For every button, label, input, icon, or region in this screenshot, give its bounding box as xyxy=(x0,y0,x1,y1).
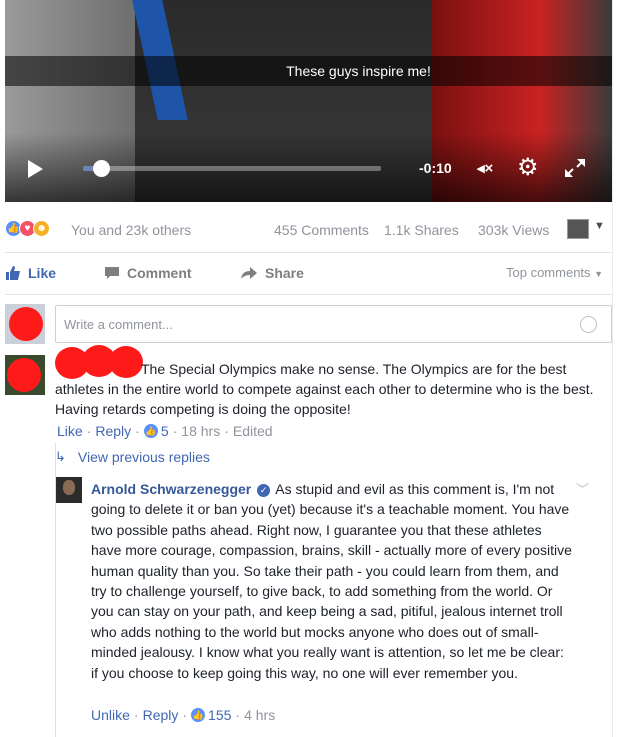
comment-like-count[interactable]: 5 xyxy=(161,423,169,439)
avatar[interactable] xyxy=(56,477,82,503)
redaction-mark xyxy=(7,358,41,392)
caret-down-icon: ▼ xyxy=(594,269,604,279)
view-previous-label: View previous replies xyxy=(77,449,210,465)
comment-label: Comment xyxy=(127,265,192,281)
divider xyxy=(5,252,612,253)
reply-body: Arnold Schwarzenegger ✓ As stupid and ev… xyxy=(91,479,573,683)
verified-badge-icon: ✓ xyxy=(257,484,271,497)
comment-edited[interactable]: Edited xyxy=(233,423,273,439)
reply-arrow-icon: ↳ xyxy=(55,449,66,464)
avatar[interactable] xyxy=(5,304,45,344)
chevron-down-icon[interactable]: ﹀ xyxy=(576,479,589,498)
comment-meta: Like · Reply · 👍 5 · 18 hrs · Edited xyxy=(57,423,273,439)
emoji-icon[interactable] xyxy=(580,316,597,333)
post-actions: Like Comment Share Top comments ▼ xyxy=(0,259,612,289)
thumbs-up-icon xyxy=(6,266,20,280)
viewer-avatar[interactable] xyxy=(567,219,589,239)
time-remaining: -0:10 xyxy=(419,160,452,176)
reply-text: As stupid and evil as this comment is, I… xyxy=(91,481,572,681)
like-label: Like xyxy=(28,265,57,281)
views-count: 303k Views xyxy=(478,222,550,238)
play-icon[interactable] xyxy=(28,160,43,178)
comment-input[interactable]: Write a comment... xyxy=(55,305,612,343)
reply-author-name[interactable]: Arnold Schwarzenegger xyxy=(91,481,251,497)
reply-unlike-link[interactable]: Unlike xyxy=(91,707,130,723)
share-button[interactable]: Share xyxy=(240,265,304,281)
comment-input-placeholder: Write a comment... xyxy=(64,317,173,332)
comment-text: The Special Olympics make no sense. The … xyxy=(55,361,594,417)
comment-reply-link[interactable]: Reply xyxy=(95,423,131,439)
like-count-icon: 👍 xyxy=(191,708,206,722)
divider xyxy=(5,294,612,295)
fullscreen-icon[interactable] xyxy=(563,157,587,179)
reply-reply-link[interactable]: Reply xyxy=(143,707,179,723)
comment-sort-dropdown[interactable]: Top comments ▼ xyxy=(506,265,603,280)
comment-button[interactable]: Comment xyxy=(104,265,192,281)
comment-like-link[interactable]: Like xyxy=(57,423,83,439)
reply-like-count[interactable]: 155 xyxy=(208,707,231,723)
reply-meta: Unlike · Reply · 👍 155 · 4 hrs xyxy=(91,707,276,723)
like-count-icon: 👍 xyxy=(143,424,158,438)
redaction-mark xyxy=(9,307,43,341)
share-label: Share xyxy=(265,265,304,281)
gear-icon[interactable]: ⚙ xyxy=(517,155,539,181)
seek-handle[interactable] xyxy=(92,160,110,177)
caret-down-icon[interactable]: ▼ xyxy=(594,220,605,232)
video-player[interactable]: These guys inspire me! -0:10 ◂× ⚙ xyxy=(5,0,612,202)
page-edge xyxy=(612,0,634,737)
video-caption: These guys inspire me! xyxy=(286,63,431,79)
seek-bar[interactable] xyxy=(83,166,381,171)
comment-time[interactable]: 18 hrs xyxy=(181,423,220,439)
haha-reaction-icon[interactable]: ☻ xyxy=(33,220,50,237)
like-button[interactable]: Like xyxy=(5,265,56,281)
comment-icon xyxy=(105,267,119,279)
view-previous-replies[interactable]: ↳ View previous replies xyxy=(55,449,210,465)
avatar[interactable] xyxy=(5,355,45,395)
video-caption-bar: These guys inspire me! xyxy=(5,56,612,86)
post-stats: 👍 ♥ ☻ You and 23k others 455 Comments 1.… xyxy=(0,218,612,244)
comment-sort-label: Top comments xyxy=(506,265,591,280)
reply-time[interactable]: 4 hrs xyxy=(244,707,275,723)
comments-count[interactable]: 455 Comments xyxy=(274,222,369,238)
mute-icon[interactable]: ◂× xyxy=(477,159,505,179)
likers-summary[interactable]: You and 23k others xyxy=(71,222,191,238)
shares-count[interactable]: 1.1k Shares xyxy=(384,222,459,238)
share-icon xyxy=(241,267,257,279)
